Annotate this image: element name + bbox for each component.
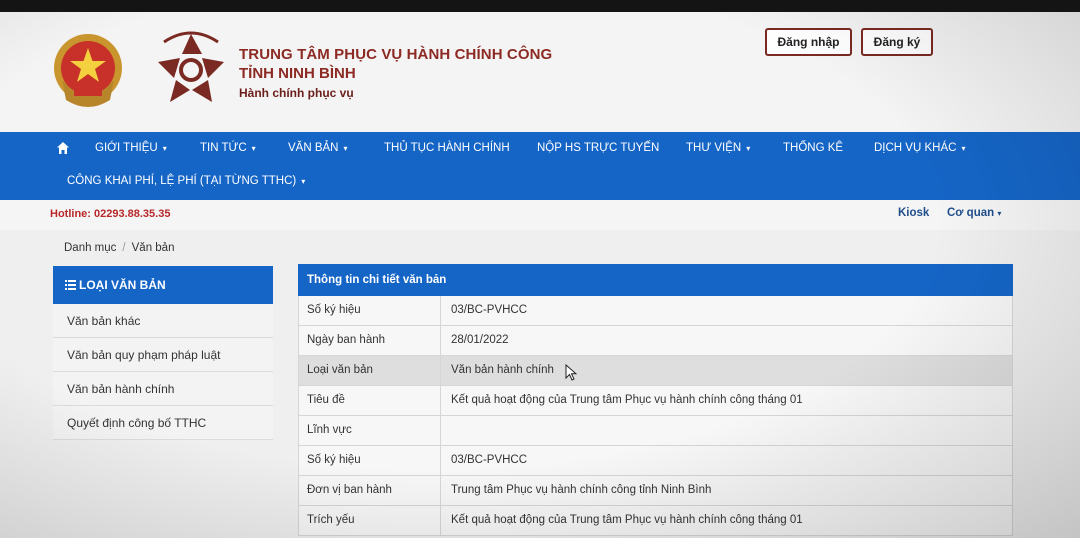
nav-item-thu-vien[interactable]: THƯ VIỆN ▾ — [686, 139, 750, 157]
nav-item-van-ban[interactable]: VĂN BẢN ▾ — [288, 139, 348, 157]
sidebar-item-van-ban-quy-pham[interactable]: Văn bản quy phạm pháp luật — [53, 338, 273, 372]
monitor-bezel — [0, 0, 1080, 12]
caret-down-icon: ▾ — [961, 144, 966, 153]
nav-item-nop-hs-truc-tuyen[interactable]: NỘP HS TRỰC TUYẾN — [537, 139, 659, 157]
caret-down-icon: ▾ — [301, 177, 306, 186]
browser-page: TRUNG TÂM PHỤC VỤ HÀNH CHÍNH CÔNG TỈNH N… — [0, 12, 1080, 538]
sidebar-item-van-ban-khac[interactable]: Văn bản khác — [53, 304, 273, 338]
detail-table: Số ký hiệu 03/BC-PVHCC Ngày ban hành 28/01… — [298, 296, 1013, 536]
home-icon[interactable] — [56, 141, 70, 155]
row-divider — [440, 416, 441, 446]
row-value: Kết quả hoạt động của Trung tâm Phục vụ … — [451, 394, 803, 406]
service-center-logo-icon[interactable] — [150, 28, 232, 110]
table-row: Đơn vị ban hành Trung tâm Phục vụ hành ch… — [298, 476, 1013, 506]
organization-name: TRUNG TÂM PHỤC VỤ HÀNH CHÍNH CÔNG TỈNH N… — [239, 46, 552, 100]
main-navigation: GIỚI THIỆU ▾ TIN TỨC ▾ VĂN BẢN ▾ THỦ TỤC HÀ… — [0, 132, 1080, 200]
caret-down-icon: ▾ — [997, 209, 1002, 218]
table-row: Tiêu đề Kết quả hoạt động của Trung tâm P… — [298, 386, 1013, 416]
table-row: Số ký hiệu 03/BC-PVHCC — [298, 296, 1013, 326]
table-row: Số ký hiệu 03/BC-PVHCC — [298, 446, 1013, 476]
row-divider — [440, 476, 441, 506]
row-value: 28/01/2022 — [451, 334, 509, 346]
site-header: TRUNG TÂM PHỤC VỤ HÀNH CHÍNH CÔNG TỈNH N… — [0, 12, 1080, 132]
info-bar: Hotline: 02293.88.35.35 Kiosk Cơ quan ▾ — [0, 200, 1080, 230]
row-label: Đơn vị ban hành — [307, 484, 392, 496]
row-value: Kết quả hoạt động của Trung tâm Phục vụ … — [451, 514, 803, 526]
row-divider — [440, 296, 441, 326]
sidebar-item-van-ban-hanh-chinh[interactable]: Văn bản hành chính — [53, 372, 273, 406]
breadcrumb-van-ban[interactable]: Văn bản — [132, 242, 175, 254]
sidebar-title: LOẠI VĂN BẢN — [79, 278, 166, 292]
row-label: Trích yếu — [307, 514, 355, 526]
row-label: Loại văn bản — [307, 364, 373, 376]
row-label: Ngày ban hành — [307, 334, 386, 346]
mouse-pointer-icon — [565, 364, 577, 381]
org-name-line1: TRUNG TÂM PHỤC VỤ HÀNH CHÍNH CÔNG — [239, 46, 553, 63]
org-slogan: Hành chính phục vụ — [239, 86, 354, 100]
row-label: Lĩnh vực — [307, 424, 352, 436]
row-divider — [440, 446, 441, 476]
nav-item-tin-tuc[interactable]: TIN TỨC ▾ — [200, 139, 256, 157]
row-label: Số ký hiệu — [307, 304, 361, 316]
row-label: Số ký hiệu — [307, 454, 361, 466]
nav-item-cong-khai-phi[interactable]: CÔNG KHAI PHÍ, LỆ PHÍ (TẠI TỪNG TTHC) ▾ — [67, 172, 305, 190]
detail-panel-title: Thông tin chi tiết văn bản — [298, 264, 1013, 296]
breadcrumb-danh-muc[interactable]: Danh mục — [64, 242, 116, 254]
table-row: Lĩnh vực — [298, 416, 1013, 446]
row-label: Tiêu đề — [307, 394, 345, 406]
nav-item-thong-ke[interactable]: THỐNG KÊ — [783, 139, 843, 157]
sidebar-header: LOẠI VĂN BẢN — [53, 266, 273, 304]
nav-item-gioi-thieu[interactable]: GIỚI THIỆU ▾ — [95, 139, 167, 157]
row-divider — [440, 506, 441, 536]
breadcrumb: Danh mục / Văn bản — [64, 242, 174, 254]
nav-item-thu-tuc-hanh-chinh[interactable]: THỦ TỤC HÀNH CHÍNH — [384, 139, 510, 157]
caret-down-icon: ▾ — [251, 144, 256, 153]
row-divider — [440, 326, 441, 356]
sidebar-item-quyet-dinh-cong-bo[interactable]: Quyết định công bố TTHC — [53, 406, 273, 440]
nav-item-dich-vu-khac[interactable]: DỊCH VỤ KHÁC ▾ — [874, 139, 965, 157]
caret-down-icon: ▾ — [343, 144, 348, 153]
hotline-text: Hotline: 02293.88.35.35 — [50, 208, 171, 220]
sidebar-list: Văn bản khác Văn bản quy phạm pháp luật … — [53, 304, 273, 440]
row-value: Văn bản hành chính — [451, 364, 554, 376]
caret-down-icon: ▾ — [746, 144, 751, 153]
table-row: Trích yếu Kết quả hoạt động của Trung tâm… — [298, 506, 1013, 536]
caret-down-icon: ▾ — [162, 144, 167, 153]
login-button[interactable]: Đăng nhập — [765, 28, 852, 56]
table-row: Ngày ban hành 28/01/2022 — [298, 326, 1013, 356]
org-name-line2: TỈNH NINH BÌNH — [239, 65, 356, 82]
list-icon — [65, 280, 76, 290]
row-value: 03/BC-PVHCC — [451, 304, 528, 316]
register-button[interactable]: Đăng ký — [861, 28, 933, 56]
breadcrumb-separator: / — [122, 242, 126, 254]
kiosk-link[interactable]: Kiosk — [898, 207, 929, 219]
row-value: Trung tâm Phục vụ hành chính công tỉnh N… — [451, 484, 712, 496]
co-quan-dropdown[interactable]: Cơ quan ▾ — [947, 207, 1001, 219]
row-divider — [440, 386, 441, 416]
row-value: 03/BC-PVHCC — [451, 454, 528, 466]
table-row: Loại văn bản Văn bản hành chính — [298, 356, 1013, 386]
row-divider — [440, 356, 441, 386]
national-emblem-icon[interactable] — [48, 30, 128, 112]
